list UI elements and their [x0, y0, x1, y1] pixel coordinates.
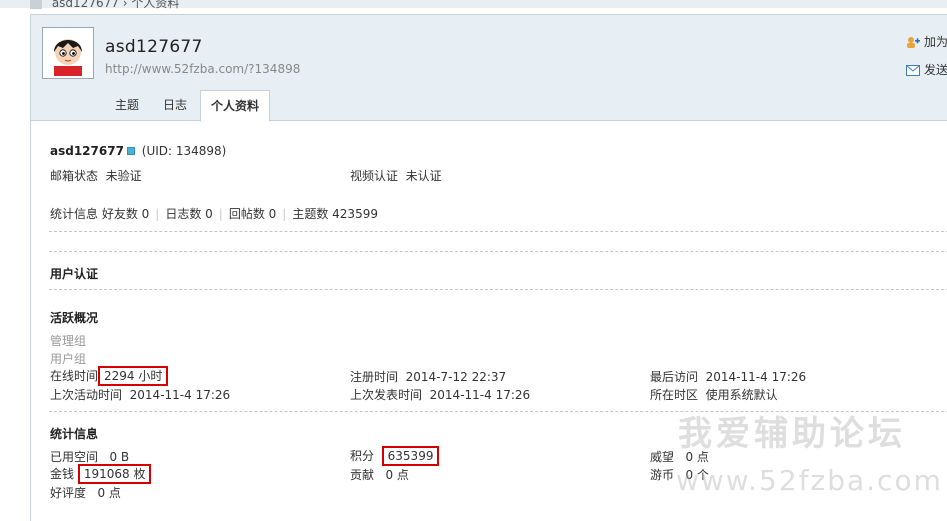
breadcrumb-page: 个人资料	[131, 0, 180, 10]
contribution: 贡献 0 点	[350, 466, 409, 483]
timezone-label: 所在时区	[650, 388, 699, 402]
prestige-label: 威望	[650, 450, 675, 464]
envelope-icon	[906, 65, 920, 79]
tab-profile[interactable]: 个人资料	[200, 90, 271, 122]
send-message-label: 发送消息	[924, 63, 947, 77]
avatar[interactable]	[42, 27, 94, 79]
section-activity: 活跃概况	[50, 311, 99, 325]
contribution-value: 0 点	[385, 468, 409, 482]
online-time: 在线时间 2294 小时	[50, 366, 169, 386]
video-auth: 视频认证 未认证	[350, 167, 442, 184]
admin-group-label: 管理组	[50, 334, 87, 348]
profile-tabs: 主题 日志 个人资料	[31, 90, 947, 122]
money-label: 金钱	[50, 467, 75, 481]
info-uid: (UID: 134898)	[141, 144, 227, 158]
register-time-value: 2014-7-12 22:37	[405, 370, 507, 384]
space-used: 已用空间 0 B	[50, 448, 129, 465]
divider: |	[282, 207, 287, 221]
profile-header: asd127677 http://www.52fzba.com/?134898 …	[31, 15, 947, 122]
rating-label: 好评度	[50, 486, 87, 500]
tab-blogs[interactable]: 日志	[153, 90, 197, 121]
points: 积分 635399	[350, 446, 440, 466]
email-status: 邮箱状态 未验证	[50, 167, 142, 184]
last-active-label: 上次活动时间	[50, 388, 123, 402]
divider	[49, 289, 947, 290]
friends-count[interactable]: 好友数 0	[102, 207, 149, 221]
watermark-url: www.52fzba.com	[676, 464, 943, 497]
space-used-label: 已用空间	[50, 450, 99, 464]
email-status-value: 未验证	[105, 169, 142, 183]
breadcrumb-user[interactable]: asd127677	[52, 0, 119, 10]
info-name-line: asd127677 (UID: 134898)	[50, 144, 226, 158]
blogs-count[interactable]: 日志数 0	[165, 207, 212, 221]
user-group-label: 用户组	[50, 352, 87, 366]
section-user-auth: 用户认证	[50, 267, 99, 281]
stats-summary-label: 统计信息	[50, 207, 99, 221]
avatar-cartoon-icon	[45, 30, 91, 76]
add-friend-button[interactable]: 加为好友	[906, 33, 947, 51]
last-visit: 最后访问 2014-11-4 17:26	[650, 368, 806, 385]
rating: 好评度 0 点	[50, 484, 121, 501]
watermark-title: 我爱辅助论坛	[678, 414, 906, 454]
add-friend-icon	[906, 36, 920, 51]
last-post-label: 上次发表时间	[350, 388, 423, 402]
online-time-label: 在线时间	[50, 369, 99, 383]
replies-count[interactable]: 回帖数 0	[229, 207, 276, 221]
video-auth-label: 视频认证	[350, 169, 399, 183]
contribution-label: 贡献	[350, 468, 375, 482]
online-time-value: 2294 小时	[98, 366, 169, 386]
breadcrumb-separator: ›	[122, 0, 128, 10]
divider	[49, 251, 947, 252]
points-label: 积分	[350, 449, 375, 463]
coins-label: 游币	[650, 468, 675, 482]
register-time: 注册时间 2014-7-12 22:37	[350, 368, 506, 385]
email-status-label: 邮箱状态	[50, 169, 99, 183]
info-name: asd127677	[50, 144, 124, 158]
divider: |	[218, 207, 223, 221]
timezone: 所在时区 使用系统默认	[650, 386, 778, 403]
section-statistics: 统计信息	[50, 427, 99, 441]
online-status-icon	[126, 147, 135, 155]
last-visit-label: 最后访问	[650, 370, 699, 384]
points-value: 635399	[381, 446, 440, 466]
timezone-value: 使用系统默认	[705, 388, 778, 402]
video-auth-value: 未认证	[405, 169, 442, 183]
last-active: 上次活动时间 2014-11-4 17:26	[50, 386, 230, 403]
register-time-label: 注册时间	[350, 370, 399, 384]
space-used-value: 0 B	[109, 450, 130, 464]
profile-username: asd127677	[105, 37, 203, 57]
divider: |	[155, 207, 160, 221]
last-visit-value: 2014-11-4 17:26	[705, 370, 807, 384]
breadcrumb: asd127677 › 个人资料	[30, 0, 179, 11]
money-value: 191068 枚	[77, 464, 152, 484]
home-icon[interactable]	[30, 0, 42, 9]
divider	[49, 231, 947, 232]
topics-count[interactable]: 主题数 423599	[292, 207, 378, 221]
profile-url[interactable]: http://www.52fzba.com/?134898	[105, 62, 300, 76]
last-post-value: 2014-11-4 17:26	[429, 388, 531, 402]
last-active-value: 2014-11-4 17:26	[129, 388, 231, 402]
last-post: 上次发表时间 2014-11-4 17:26	[350, 386, 530, 403]
rating-value: 0 点	[97, 486, 121, 500]
tab-topics[interactable]: 主题	[105, 90, 149, 121]
send-message-button[interactable]: 发送消息	[906, 61, 947, 79]
add-friend-label: 加为好友	[924, 35, 947, 49]
money: 金钱 191068 枚	[50, 464, 152, 484]
stats-summary: 统计信息 好友数 0 | 日志数 0 | 回帖数 0 | 主题数 423599	[50, 205, 378, 222]
